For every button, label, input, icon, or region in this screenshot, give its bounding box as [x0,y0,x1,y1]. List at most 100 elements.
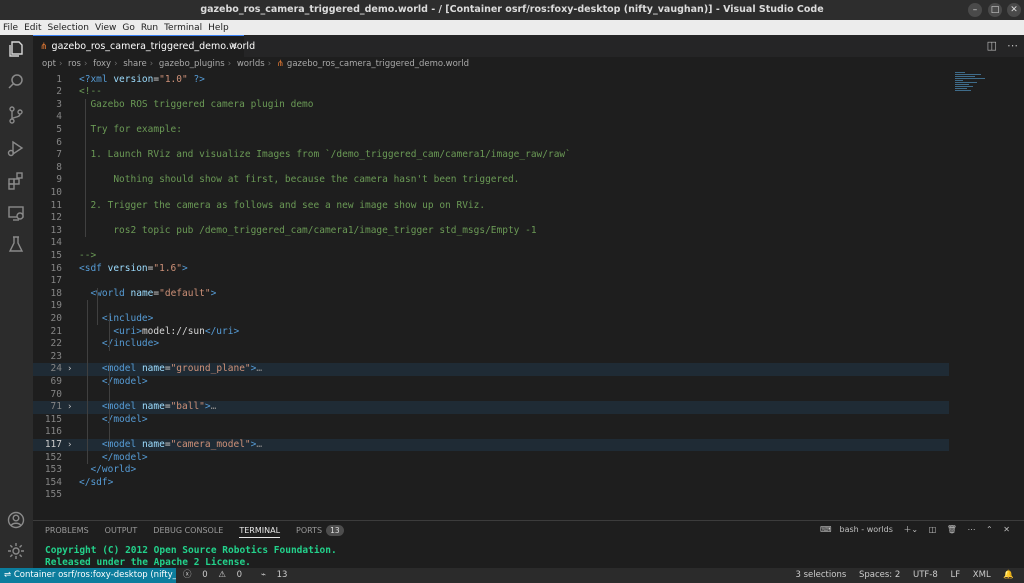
code-line[interactable]: 12 [33,212,949,225]
fold-chevron-icon[interactable]: › [67,401,72,414]
code-line[interactable]: 154 </sdf> [33,477,949,490]
code-line[interactable]: 9 Nothing should show at first, because … [33,174,949,187]
notifications-bell-icon[interactable]: 🔔 [1003,570,1014,580]
code-line[interactable]: 7 1. Launch RViz and visualize Images fr… [33,149,949,162]
remote-explorer-icon[interactable] [6,203,26,223]
fold-chevron-icon[interactable]: › [67,439,72,452]
fold-chevron-icon[interactable]: › [67,363,72,376]
code-line[interactable]: 115 </model> [33,414,949,427]
status-bar: ⇌ Container osrf/ros:foxy-desktop (nifty… [0,568,1024,583]
breadcrumb-gazebo-plugins[interactable]: gazebo_plugins [159,59,225,69]
tab-debug-console[interactable]: DEBUG CONSOLE [153,524,223,538]
breadcrumb-ros[interactable]: ros [68,59,81,69]
code-token: </uri> [204,325,240,337]
minimap[interactable] [955,72,995,112]
code-line[interactable]: 13 ros2 topic pub /demo_triggered_cam/ca… [33,225,949,238]
encoding-status[interactable]: UTF-8 [913,570,938,580]
code-line[interactable]: 153 </world> [33,464,949,477]
line-number: 21 [50,325,62,337]
new-terminal-icon[interactable]: ＋⌄ [903,525,918,534]
more-actions-icon[interactable]: ⋯ [1007,39,1018,52]
line-number: 154 [44,476,62,488]
code-line[interactable]: 8 [33,162,949,175]
breadcrumb-share[interactable]: share [123,59,147,69]
breadcrumb-worlds[interactable]: worlds [237,59,265,69]
code-token: <model [101,438,142,450]
search-icon[interactable] [6,72,26,92]
code-line[interactable]: 20 <include> [33,313,949,326]
code-line[interactable]: 19 [33,300,949,313]
code-line[interactable]: 23 [33,351,949,364]
testing-icon[interactable] [6,234,26,254]
code-line[interactable]: 155 [33,489,949,502]
code-line[interactable]: 3 Gazebo ROS triggered camera plugin dem… [33,99,949,112]
tab-terminal[interactable]: TERMINAL [239,524,281,538]
menu-terminal[interactable]: Terminal [164,23,202,33]
close-panel-icon[interactable]: ✕ [1003,525,1010,534]
code-line[interactable]: 14 [33,237,949,250]
extensions-icon[interactable] [6,171,26,191]
terminal-name[interactable]: bash - worlds [840,525,893,534]
code-token: ?> [187,73,205,85]
close-window-button[interactable]: ✕ [1007,3,1021,17]
settings-gear-icon[interactable] [6,541,26,561]
code-line[interactable]: 5 Try for example: [33,124,949,137]
menu-run[interactable]: Run [141,23,158,33]
language-mode-status[interactable]: XML [973,570,991,580]
breadcrumb-file[interactable]: gazebo_ros_camera_triggered_demo.world [287,59,469,69]
close-tab-icon[interactable]: ✕ [230,36,238,57]
explorer-icon[interactable] [6,39,26,59]
split-terminal-icon[interactable]: ◫ [929,525,937,534]
breadcrumb-opt[interactable]: opt [42,59,56,69]
tab-ports[interactable]: PORTS 13 [296,524,344,538]
code-line[interactable]: 22 </include> [33,338,949,351]
code-line[interactable]: 152 </model> [33,452,949,465]
terminal-output[interactable]: Copyright (C) 2012 Open Source Robotics … [45,545,337,568]
kill-terminal-icon[interactable]: 🗑 [947,525,957,534]
account-icon[interactable] [6,510,26,530]
minimize-button[interactable]: – [968,3,982,17]
more-icon[interactable]: ⋯ [968,525,976,534]
code-line[interactable]: 116 [33,426,949,439]
maximize-button[interactable]: □ [988,3,1002,17]
code-line[interactable]: 4 [33,111,949,124]
menu-help[interactable]: Help [208,23,229,33]
problems-indicator[interactable]: ⓧ 0 ⚠ 0 [183,570,253,580]
indentation-status[interactable]: Spaces: 2 [859,570,900,580]
code-line[interactable]: 21 <uri>model://sun</uri> [33,326,949,339]
code-line[interactable]: 24 › <model name="ground_plane">… [33,363,949,376]
code-line[interactable]: 71 › <model name="ball">… [33,401,949,414]
code-line[interactable]: 15 --> [33,250,949,263]
menu-view[interactable]: View [95,23,116,33]
remote-indicator[interactable]: ⇌ Container osrf/ros:foxy-desktop (nifty… [0,568,176,583]
run-debug-icon[interactable] [6,138,26,158]
code-line[interactable]: 117 › <model name="camera_model">… [33,438,949,452]
code-line[interactable]: 11 2. Trigger the camera as follows and … [33,200,949,213]
code-line[interactable]: 6 [33,137,949,150]
code-line[interactable]: 16 <sdf version="1.6"> [33,263,949,276]
indent-guide [85,98,86,238]
code-line[interactable]: 1 <?xml version="1.0" ?> [33,74,949,87]
tab-problems[interactable]: PROBLEMS [45,524,89,538]
menu-edit[interactable]: Edit [24,23,41,33]
source-control-icon[interactable] [6,105,26,125]
split-editor-icon[interactable]: ◫ [987,39,997,52]
code-line[interactable]: 2 <!-- [33,86,949,99]
code-line[interactable]: 10 [33,187,949,200]
code-line[interactable]: 70 [33,389,949,402]
breadcrumb-foxy[interactable]: foxy [93,59,111,69]
code-line[interactable]: 17 [33,275,949,288]
code-line[interactable]: 18 <world name="default"> [33,288,949,301]
tab-world-file[interactable]: ⋔ gazebo_ros_camera_triggered_demo.world … [33,35,255,57]
selections-status[interactable]: 3 selections [796,570,847,580]
code-editor[interactable]: 1 <?xml version="1.0" ?> 2 <!-- 3 Gazebo ROS… [33,72,1024,516]
menu-file[interactable]: File [3,23,18,33]
ports-indicator[interactable]: ⌁ 13 [261,570,296,580]
eol-status[interactable]: LF [950,570,960,580]
tab-output[interactable]: OUTPUT [105,524,138,538]
menu-go[interactable]: Go [122,23,134,33]
code-line[interactable]: 69 </model> [33,376,949,389]
menu-selection[interactable]: Selection [48,23,89,33]
maximize-panel-icon[interactable]: ⌃ [986,525,993,534]
